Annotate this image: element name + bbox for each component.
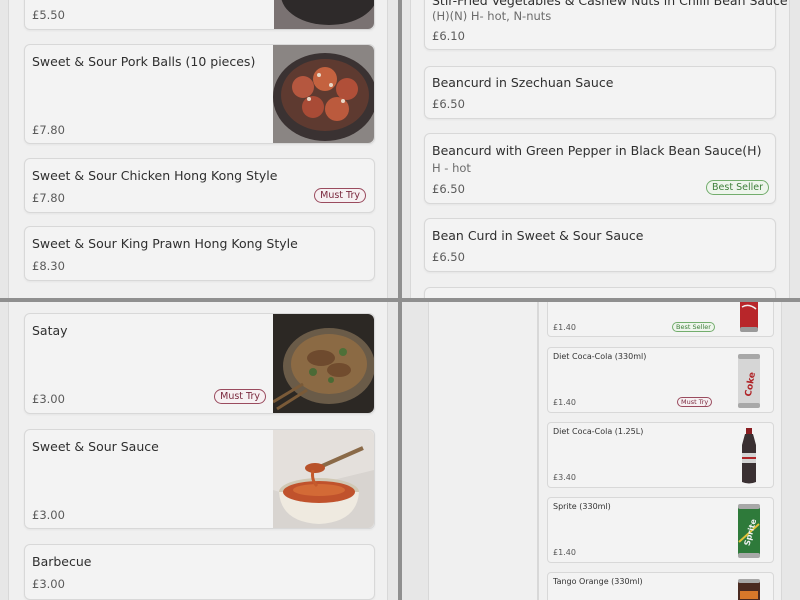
category-sidebar-panel — [428, 302, 538, 600]
drink-price: £1.40 — [553, 548, 576, 557]
pork-balls-photo — [273, 45, 374, 143]
item-price: £3.00 — [32, 392, 65, 406]
menu-item-card[interactable]: Sweet & Sour King Prawn Hong Kong Style … — [24, 226, 375, 281]
item-subtitle: H - hot — [432, 161, 471, 175]
sauce-photo — [273, 430, 374, 528]
item-price: £5.50 — [32, 8, 65, 22]
item-price: £8.30 — [32, 259, 65, 273]
drink-title: Diet Coca-Cola (330ml) — [553, 352, 647, 361]
item-title: Bean Curd in Sweet & Sour Sauce — [432, 228, 644, 243]
best-seller-badge: Best Seller — [672, 322, 715, 332]
must-try-badge: Must Try — [314, 188, 366, 203]
item-title: Stir-Fried Vegetables & Cashew Nuts in C… — [432, 0, 788, 8]
item-title: Sweet & Sour Chicken Hong Kong Style — [32, 168, 278, 183]
item-title: Sweet & Sour Sauce — [32, 439, 159, 454]
menu-item-card[interactable]: Sweet & Sour Sauce £3.00 — [24, 429, 375, 529]
item-subtitle: (H)(N) H- hot, N-nuts — [432, 9, 552, 23]
sprite-can: Sprite — [729, 502, 769, 560]
diet-coke-can: Coke — [729, 352, 769, 410]
tango-can — [729, 577, 769, 600]
menu-item-card[interactable]: Sweet & Sour Chicken Hong Kong Style £7.… — [24, 158, 375, 213]
bottom-left-quadrant: Satay £3.00 Must Try Sweet & Sour Sauce … — [0, 302, 398, 600]
item-title: Beancurd with Green Pepper in Black Bean… — [432, 143, 762, 158]
top-right-quadrant: Stir-Fried Vegetables & Cashew Nuts in C… — [402, 0, 800, 298]
must-try-badge: Must Try — [677, 397, 713, 407]
item-price: £6.50 — [432, 182, 465, 196]
item-title: Beancurd in Szechuan Sauce — [432, 75, 614, 90]
item-price: £6.10 — [432, 29, 465, 43]
menu-item-card[interactable]: Bean Curd in Sweet & Sour Sauce £6.50 — [424, 218, 776, 272]
drink-card[interactable]: Diet Coca-Cola (1.25L) £3.40 — [547, 422, 774, 488]
item-title: Barbecue — [32, 554, 92, 569]
menu-item-card[interactable]: Beancurd in Szechuan Sauce £6.50 — [424, 66, 776, 119]
drink-title: Diet Coca-Cola (1.25L) — [553, 427, 644, 436]
item-price: £3.00 — [32, 508, 65, 522]
food-photo — [274, 0, 374, 29]
must-try-badge: Must Try — [214, 389, 266, 404]
menu-item-card[interactable]: £5.50 — [24, 0, 375, 30]
diet-coke-bottle — [729, 427, 769, 485]
drink-card[interactable]: Diet Coca-Cola (330ml) £1.40 Must Try Co… — [547, 347, 774, 413]
item-price: £3.00 — [32, 577, 65, 591]
menu-item-card[interactable] — [424, 287, 776, 298]
satay-photo — [273, 314, 374, 413]
drink-title: Tango Orange (330ml) — [553, 577, 643, 586]
drink-title: Sprite (330ml) — [553, 502, 611, 511]
drink-card[interactable]: Sprite (330ml) £1.40 Sprite — [547, 497, 774, 563]
top-left-quadrant: £5.50 Sweet & Sour Pork Balls (10 pieces… — [0, 0, 398, 298]
item-title: Satay — [32, 323, 68, 338]
drink-card[interactable]: Tango Orange (330ml) — [547, 572, 774, 600]
menu-item-card[interactable]: Beancurd with Green Pepper in Black Bean… — [424, 133, 776, 204]
item-price: £6.50 — [432, 250, 465, 264]
menu-item-card[interactable]: Barbecue £3.00 — [24, 544, 375, 600]
drink-price: £1.40 — [553, 323, 576, 332]
menu-item-card[interactable]: Sweet & Sour Pork Balls (10 pieces) £7.8… — [24, 44, 375, 144]
item-price: £7.80 — [32, 191, 65, 205]
menu-item-card[interactable]: Stir-Fried Vegetables & Cashew Nuts in C… — [424, 0, 788, 50]
item-price: £7.80 — [32, 123, 65, 137]
drink-card[interactable]: £1.40 Best Seller — [547, 302, 774, 337]
drink-price: £3.40 — [553, 473, 576, 482]
item-price: £6.50 — [432, 97, 465, 111]
drink-price: £1.40 — [553, 398, 576, 407]
best-seller-badge: Best Seller — [706, 180, 769, 195]
coca-cola-can — [729, 302, 769, 335]
bottom-right-quadrant: £1.40 Best Seller Diet Coca-Cola (330ml)… — [402, 302, 800, 600]
menu-item-card[interactable]: Satay £3.00 Must Try — [24, 313, 375, 414]
item-title: Sweet & Sour Pork Balls (10 pieces) — [32, 54, 256, 69]
item-title: Sweet & Sour King Prawn Hong Kong Style — [32, 236, 298, 251]
